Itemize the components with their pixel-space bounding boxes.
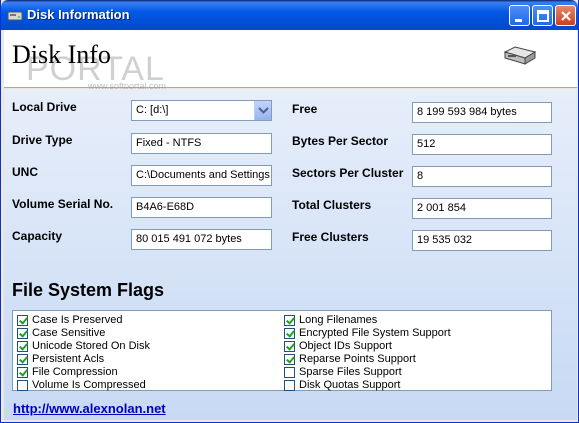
checkbox[interactable]: [284, 380, 295, 391]
disk-information-window: Disk Information PORTAL www.softportal.c…: [0, 0, 579, 423]
checkbox[interactable]: [284, 328, 295, 339]
checkbox[interactable]: [17, 354, 28, 365]
sectors-per-cluster-field[interactable]: 8: [412, 166, 552, 187]
checkbox[interactable]: [17, 380, 28, 391]
total-clusters-field[interactable]: 2 001 854: [412, 198, 552, 219]
sectors-per-cluster-label: Sectors Per Cluster: [292, 166, 404, 180]
volume-serial-label: Volume Serial No.: [12, 197, 114, 211]
flag-label: Object IDs Support: [299, 340, 392, 352]
free-clusters-field[interactable]: 19 535 032: [412, 230, 552, 251]
close-button[interactable]: [555, 5, 576, 26]
flag-label: Long Filenames: [299, 314, 378, 326]
checkbox[interactable]: [284, 341, 295, 352]
local-drive-select[interactable]: C: [d:\]: [131, 100, 272, 121]
hard-disk-icon: [501, 44, 539, 73]
local-drive-value: C: [d:\]: [136, 104, 169, 116]
maximize-button[interactable]: [532, 5, 553, 26]
checkbox[interactable]: [17, 315, 28, 326]
main-panel: Local Drive C: [d:\] Drive Type Fixed - …: [4, 89, 577, 420]
flag-label: Encrypted File System Support: [299, 327, 451, 339]
checkbox[interactable]: [284, 315, 295, 326]
bytes-per-sector-field[interactable]: 512: [412, 134, 552, 155]
free-label: Free: [292, 102, 318, 116]
flags-list: Case Is Preserved Case Sensitive Unicode…: [12, 310, 552, 391]
flag-label: Case Is Preserved: [32, 314, 123, 326]
checkbox[interactable]: [17, 341, 28, 352]
flag-label: Sparse Files Support: [299, 366, 402, 378]
header-banner: PORTAL www.softportal.com Disk Info: [4, 30, 577, 91]
chevron-down-icon[interactable]: [254, 101, 271, 120]
flag-label: Case Sensitive: [32, 327, 106, 339]
page-title: Disk Info: [12, 40, 111, 69]
bytes-per-sector-label: Bytes Per Sector: [292, 134, 389, 148]
volume-serial-field[interactable]: B4A6-E68D: [131, 197, 272, 218]
flag-label: Volume Is Compressed: [32, 379, 146, 391]
free-clusters-label: Free Clusters: [292, 230, 369, 244]
unc-field[interactable]: C:\Documents and Settings: [131, 165, 272, 186]
flag-label: Reparse Points Support: [299, 353, 416, 365]
free-field[interactable]: 8 199 593 984 bytes: [412, 102, 552, 123]
drive-type-label: Drive Type: [12, 133, 73, 147]
unc-label: UNC: [12, 165, 38, 179]
window-title: Disk Information: [27, 7, 130, 22]
flag-label: Persistent Acls: [32, 353, 105, 365]
minimize-button[interactable]: [509, 5, 530, 26]
website-link[interactable]: http://www.alexnolan.net: [13, 401, 166, 416]
checkbox[interactable]: [284, 354, 295, 365]
checkbox[interactable]: [284, 367, 295, 378]
local-drive-label: Local Drive: [12, 100, 77, 114]
checkbox[interactable]: [17, 367, 28, 378]
title-bar[interactable]: Disk Information: [1, 0, 578, 30]
capacity-label: Capacity: [12, 229, 63, 243]
flag-label: Unicode Stored On Disk: [32, 340, 150, 352]
disk-app-icon: [7, 7, 23, 23]
flag-label: File Compression: [32, 366, 118, 378]
drive-type-field[interactable]: Fixed - NTFS: [131, 133, 272, 154]
checkbox[interactable]: [17, 328, 28, 339]
flag-label: Disk Quotas Support: [299, 379, 401, 391]
capacity-field[interactable]: 80 015 491 072 bytes: [131, 229, 272, 250]
total-clusters-label: Total Clusters: [292, 198, 372, 212]
flags-section-title: File System Flags: [12, 280, 165, 300]
